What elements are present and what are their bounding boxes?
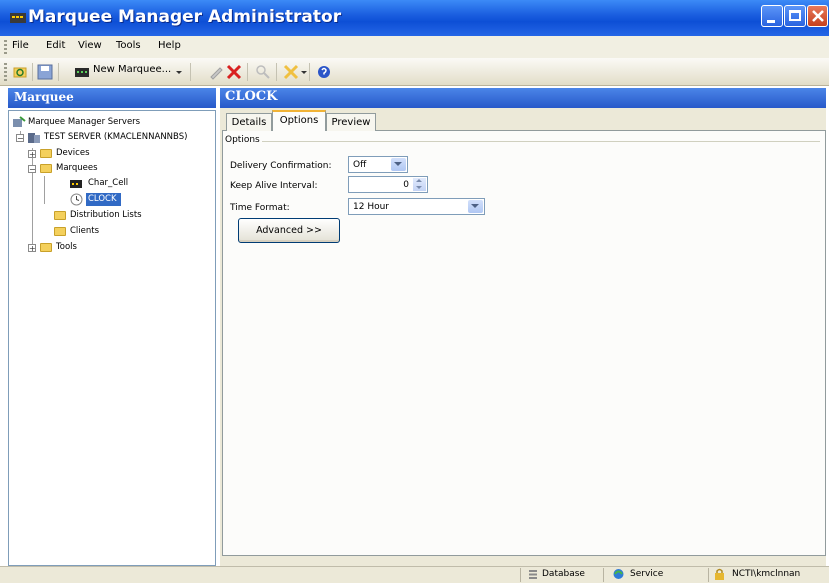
status-user: NCTI\kmclnnan bbox=[732, 569, 801, 579]
tree-expander-server[interactable]: − bbox=[16, 134, 24, 143]
menu-grip[interactable] bbox=[4, 40, 7, 54]
dropdown-button[interactable] bbox=[468, 200, 483, 213]
clock-icon bbox=[70, 193, 83, 206]
delivery-confirmation-value: Off bbox=[353, 160, 367, 170]
tree-expander-tools[interactable]: + bbox=[28, 244, 36, 253]
time-format-select[interactable]: 12 Hour bbox=[348, 198, 485, 215]
options-panel bbox=[222, 130, 826, 556]
clear-icon[interactable] bbox=[283, 64, 299, 80]
status-separator bbox=[603, 568, 604, 582]
right-pane-header bbox=[220, 88, 826, 108]
new-marquee-icon bbox=[75, 68, 89, 77]
options-group-label: Options bbox=[225, 135, 260, 145]
tree-expander-devices[interactable]: + bbox=[28, 150, 36, 159]
delivery-confirmation-label: Delivery Confirmation: bbox=[230, 161, 332, 171]
tree-item-tools[interactable]: Tools bbox=[56, 242, 77, 252]
tree-item-distribution-lists[interactable]: Distribution Lists bbox=[70, 210, 142, 220]
chevron-down-icon bbox=[471, 204, 479, 208]
tree-line bbox=[32, 148, 33, 252]
toolbar-separator bbox=[309, 63, 310, 81]
folder-icon bbox=[40, 243, 52, 252]
group-divider bbox=[262, 141, 820, 142]
spinner-buttons[interactable] bbox=[413, 178, 426, 191]
window-title: Marquee Manager Administrator bbox=[28, 7, 342, 27]
keep-alive-interval-spinner[interactable]: 0 bbox=[348, 176, 428, 193]
folder-icon bbox=[40, 149, 52, 158]
keep-alive-interval-label: Keep Alive Interval: bbox=[230, 181, 318, 191]
tree-item-server[interactable]: TEST SERVER (KMACLENNANNBS) bbox=[44, 132, 187, 142]
save-icon[interactable] bbox=[37, 64, 53, 80]
toolbar-separator bbox=[32, 63, 33, 81]
tree-line bbox=[44, 176, 45, 204]
dropdown-button[interactable] bbox=[391, 158, 406, 171]
tab-details[interactable]: Details bbox=[226, 113, 272, 131]
delivery-confirmation-select[interactable]: Off bbox=[348, 156, 408, 173]
maximize-button[interactable] bbox=[784, 5, 806, 27]
delete-icon[interactable] bbox=[226, 64, 242, 80]
marquee-sign-icon bbox=[70, 180, 82, 188]
time-format-value: 12 Hour bbox=[353, 202, 389, 212]
edit-icon[interactable] bbox=[208, 64, 224, 80]
pane-bottom-strip bbox=[220, 556, 826, 566]
tree-item-marquees[interactable]: Marquees bbox=[56, 163, 98, 173]
clear-dropdown-icon[interactable] bbox=[301, 71, 307, 74]
status-separator bbox=[708, 568, 709, 582]
minimize-icon bbox=[767, 20, 775, 23]
folder-icon bbox=[54, 211, 66, 220]
menu-edit[interactable]: Edit bbox=[46, 40, 65, 51]
toolbar-separator bbox=[190, 63, 191, 81]
tab-options[interactable]: Options bbox=[272, 110, 326, 131]
tree-item-clock[interactable]: CLOCK bbox=[88, 194, 117, 204]
status-separator bbox=[520, 568, 521, 582]
toolbar-separator bbox=[247, 63, 248, 81]
left-pane-title: Marquee bbox=[14, 90, 74, 104]
server-icon bbox=[28, 133, 40, 143]
tree-expander-marquees[interactable]: − bbox=[28, 165, 36, 174]
chevron-down-icon bbox=[394, 162, 402, 166]
right-pane-title: CLOCK bbox=[225, 89, 278, 104]
close-button[interactable] bbox=[807, 5, 828, 27]
menu-tools[interactable]: Tools bbox=[116, 40, 141, 51]
new-marquee-label: New Marquee... bbox=[93, 64, 172, 75]
menu-help[interactable]: Help bbox=[158, 40, 181, 51]
tree-item-root[interactable]: Marquee Manager Servers bbox=[28, 117, 140, 127]
toolbar-grip[interactable] bbox=[4, 63, 7, 81]
time-format-label: Time Format: bbox=[230, 203, 290, 213]
lock-icon bbox=[715, 568, 724, 580]
spinner-down-icon[interactable] bbox=[416, 186, 422, 189]
toolbar-separator bbox=[276, 63, 277, 81]
folder-icon bbox=[40, 164, 52, 173]
find-icon[interactable] bbox=[255, 64, 271, 80]
status-database: Database bbox=[542, 569, 585, 579]
tree-item-devices[interactable]: Devices bbox=[56, 148, 90, 158]
app-icon bbox=[10, 13, 26, 23]
servers-icon bbox=[13, 116, 26, 127]
spinner-up-icon[interactable] bbox=[416, 179, 422, 182]
database-icon bbox=[529, 570, 537, 579]
close-icon bbox=[812, 10, 824, 22]
status-bar bbox=[0, 566, 829, 583]
advanced-button[interactable]: Advanced >> bbox=[238, 218, 340, 243]
service-icon bbox=[613, 569, 624, 579]
tree-item-clients[interactable]: Clients bbox=[70, 226, 99, 236]
new-marquee-dropdown-icon[interactable] bbox=[176, 71, 182, 74]
menu-view[interactable]: View bbox=[78, 40, 102, 51]
status-service: Service bbox=[630, 569, 664, 579]
advanced-button-label: Advanced >> bbox=[256, 225, 322, 236]
toolbar-separator bbox=[58, 63, 59, 81]
folder-icon bbox=[54, 227, 66, 236]
tab-preview[interactable]: Preview bbox=[326, 113, 376, 131]
minimize-button[interactable] bbox=[761, 5, 783, 27]
refresh-icon[interactable] bbox=[12, 64, 28, 80]
tree-item-char-cell[interactable]: Char_Cell bbox=[88, 178, 128, 188]
help-icon[interactable] bbox=[316, 64, 332, 80]
menu-file[interactable]: File bbox=[12, 40, 29, 51]
maximize-icon bbox=[789, 10, 801, 21]
keep-alive-interval-value: 0 bbox=[403, 180, 409, 190]
